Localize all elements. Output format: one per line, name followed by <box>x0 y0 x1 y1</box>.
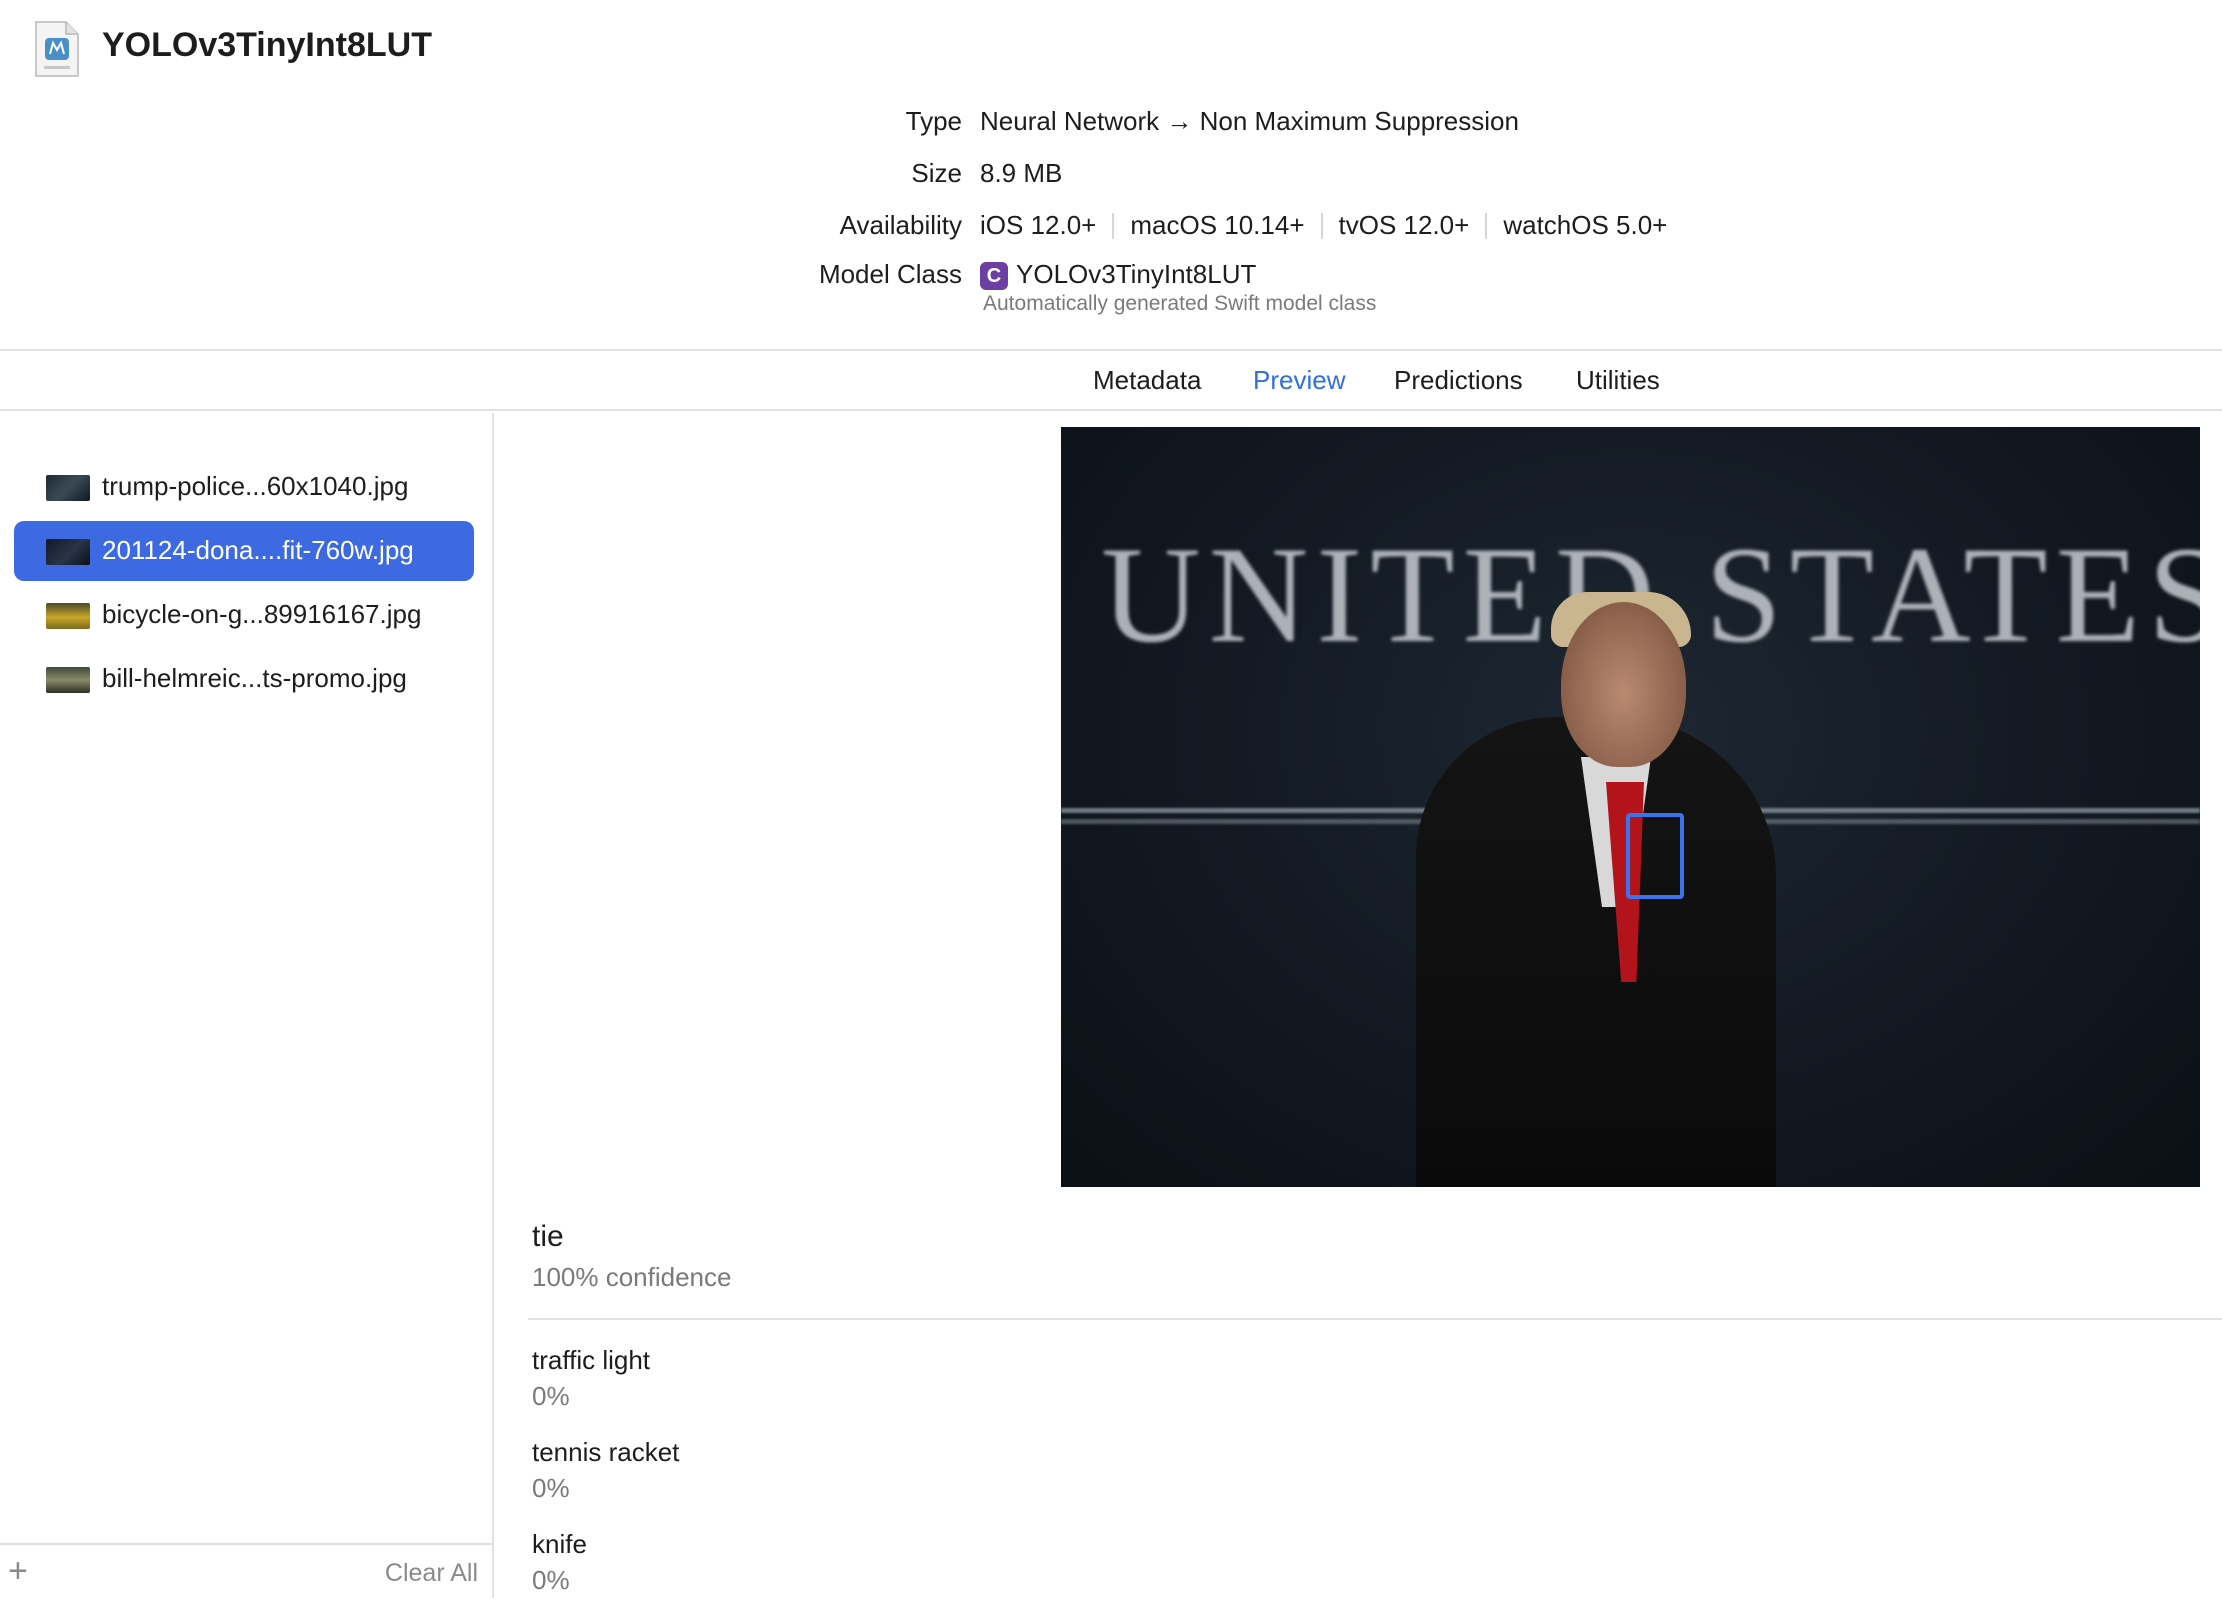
model-title: YOLOv3TinyInt8LUT <box>102 26 432 64</box>
model-class-label: Model Class <box>818 259 962 289</box>
model-class-link[interactable]: YOLOv3TinyInt8LUT <box>1016 259 1256 289</box>
image-thumbnail <box>46 603 90 629</box>
type-value: Neural Network → Non Maximum Suppression <box>980 106 1519 136</box>
clear-all-button[interactable]: Clear All <box>385 1559 478 1588</box>
size-value: 8.9 MB <box>980 158 1063 188</box>
image-thumbnail <box>46 475 90 501</box>
sidebar-footer: + Clear All <box>0 1543 492 1598</box>
image-thumbnail <box>46 667 90 693</box>
model-header: YOLOv3TinyInt8LUT Type Neural Network → … <box>0 0 2222 351</box>
file-name: trump-police...60x1040.jpg <box>102 471 409 501</box>
swift-class-icon: C <box>980 262 1008 290</box>
tab-preview[interactable]: Preview <box>1253 365 1345 396</box>
prediction-label: tennis racket <box>532 1437 680 1467</box>
separator <box>1320 213 1323 239</box>
mlmodel-file-icon <box>35 21 79 77</box>
prediction-value: 0% <box>532 1381 570 1411</box>
separator <box>1112 213 1115 239</box>
tab-metadata[interactable]: Metadata <box>1093 365 1201 396</box>
size-label: Size <box>911 158 962 188</box>
availability-ios: iOS 12.0+ <box>980 210 1097 240</box>
file-name: bill-helmreic...ts-promo.jpg <box>102 663 407 693</box>
availability-tvos: tvOS 12.0+ <box>1338 210 1470 240</box>
person-head <box>1561 602 1686 767</box>
preview-image: UNITED STATES <box>1061 427 2200 1187</box>
type-label: Type <box>905 106 962 136</box>
model-class-row: Model Class C YOLOv3TinyInt8LUT <box>0 254 2222 294</box>
separator <box>1485 213 1488 239</box>
availability-label: Availability <box>839 210 962 240</box>
tab-predictions[interactable]: Predictions <box>1394 365 1523 396</box>
prediction-label: traffic light <box>532 1345 651 1375</box>
file-list-item[interactable]: trump-police...60x1040.jpg <box>14 457 474 517</box>
file-name: bicycle-on-g...89916167.jpg <box>102 599 422 629</box>
detection-bounding-box[interactable] <box>1626 813 1684 899</box>
tab-utilities[interactable]: Utilities <box>1576 365 1660 396</box>
predictions-divider <box>528 1318 2222 1320</box>
file-list-item-selected[interactable]: 201124-dona....fit-760w.jpg <box>14 521 474 581</box>
model-class-value-group[interactable]: C YOLOv3TinyInt8LUT <box>980 254 1256 294</box>
file-name: 201124-dona....fit-760w.jpg <box>102 535 414 565</box>
top-prediction-label: tie <box>532 1220 564 1253</box>
image-list-sidebar: trump-police...60x1040.jpg 201124-dona..… <box>0 413 494 1598</box>
file-list-item[interactable]: bicycle-on-g...89916167.jpg <box>14 585 474 645</box>
prediction-label: knife <box>532 1529 587 1559</box>
prediction-value: 0% <box>532 1473 570 1503</box>
prediction-value: 0% <box>532 1565 570 1595</box>
top-prediction-confidence: 100% confidence <box>532 1262 732 1292</box>
image-thumbnail <box>46 539 90 565</box>
model-class-description: Automatically generated Swift model clas… <box>983 292 1377 315</box>
type-row: Type Neural Network → Non Maximum Suppre… <box>0 101 2222 141</box>
size-row: Size 8.9 MB <box>0 153 2222 193</box>
file-list-item[interactable]: bill-helmreic...ts-promo.jpg <box>14 649 474 709</box>
tab-bar: Metadata Preview Predictions Utilities <box>0 353 2222 411</box>
add-image-button[interactable]: + <box>8 1551 28 1591</box>
availability-row: Availability iOS 12.0+ macOS 10.14+ tvOS 1… <box>0 205 2222 245</box>
availability-macos: macOS 10.14+ <box>1130 210 1305 240</box>
availability-watchos: watchOS 5.0+ <box>1503 210 1668 240</box>
availability-values: iOS 12.0+ macOS 10.14+ tvOS 12.0+ watchOS 5… <box>980 205 1667 245</box>
